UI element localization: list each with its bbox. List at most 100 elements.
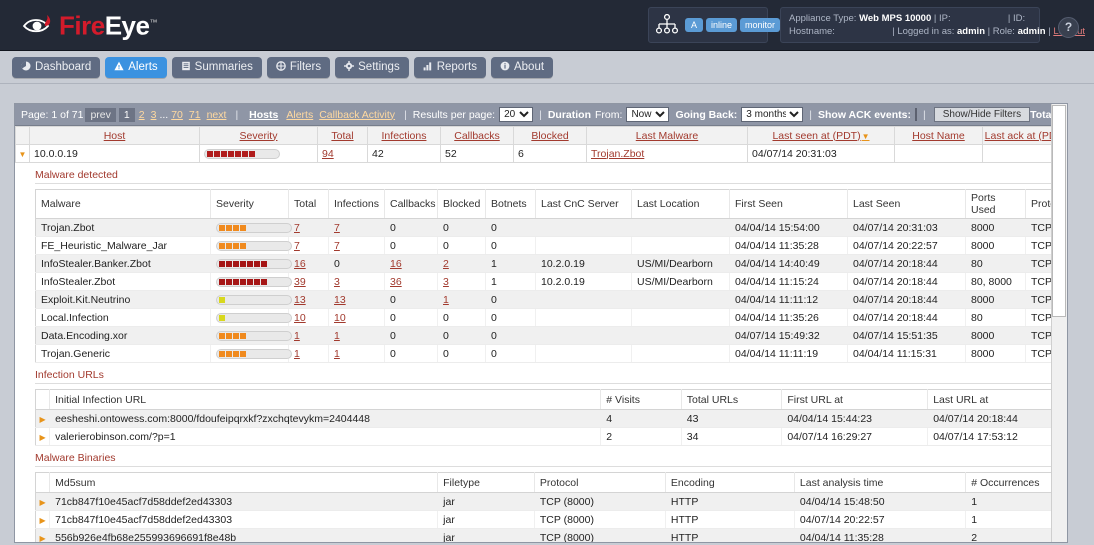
host-last-malware[interactable]: Trojan.Zbot xyxy=(586,144,748,163)
table-row[interactable]: Trojan.Zbot 7 7 0 0 0 04/04/14 15:54:00 04/07/1… xyxy=(35,218,1067,237)
list-item[interactable]: ▶ eesheshi.ontowess.com:8000/fdoufeipqrxk… xyxy=(35,409,1059,428)
col-blocked[interactable]: Blocked xyxy=(513,126,587,145)
malware-infections[interactable]: 7 xyxy=(328,218,385,237)
table-row[interactable]: ▼ 10.0.0.19 94 42 52 6 Trojan.Zbot 04/07… xyxy=(15,144,1067,163)
malware-infections[interactable]: 7 xyxy=(328,236,385,255)
table-row[interactable]: ▶ 556b926e4fb68e255993696691f8e48b jar TCP … xyxy=(35,528,1059,542)
malware-callbacks[interactable]: 0 xyxy=(384,326,438,345)
malware-blocked[interactable]: 0 xyxy=(437,236,486,255)
section-link-alerts[interactable]: Alerts xyxy=(286,109,313,121)
malware-total[interactable]: 7 xyxy=(288,236,329,255)
malware-total[interactable]: 1 xyxy=(288,326,329,345)
table-row[interactable]: Local.Infection 10 10 0 0 0 04/04/14 11:35:26 0… xyxy=(35,308,1067,327)
malware-total[interactable]: 16 xyxy=(288,254,329,273)
malware-blocked-link[interactable]: 3 xyxy=(443,276,449,288)
malware-total-link[interactable]: 7 xyxy=(294,240,300,252)
malware-total-link[interactable]: 1 xyxy=(294,330,300,342)
malware-total[interactable]: 10 xyxy=(288,308,329,327)
malware-callbacks-link[interactable]: 36 xyxy=(390,276,402,288)
col-infections[interactable]: Infections xyxy=(367,126,441,145)
malware-infections[interactable]: 1 xyxy=(328,326,385,345)
next-page-link[interactable]: next xyxy=(207,109,227,121)
table-row[interactable]: Exploit.Kit.Neutrino 13 13 0 1 0 04/04/14 11:1… xyxy=(35,290,1067,309)
col-host-name[interactable]: Host Name xyxy=(894,126,983,145)
scrollbar-thumb[interactable] xyxy=(1052,105,1066,317)
malware-infections-link[interactable]: 1 xyxy=(334,330,340,342)
tab-about[interactable]: About xyxy=(490,56,554,78)
malware-infections[interactable]: 1 xyxy=(328,344,385,363)
malware-blocked[interactable]: 0 xyxy=(437,326,486,345)
show-ack-checkbox[interactable] xyxy=(914,108,917,121)
help-icon[interactable]: ? xyxy=(1058,17,1079,38)
malware-blocked-link[interactable]: 1 xyxy=(443,294,449,306)
malware-infections[interactable]: 10 xyxy=(328,308,385,327)
col-callbacks[interactable]: Callbacks xyxy=(440,126,514,145)
show-hide-filters-button[interactable]: Show/Hide Filters xyxy=(933,107,1031,122)
binary-expand-toggle[interactable]: ▶ xyxy=(35,510,51,529)
tab-reports[interactable]: Reports xyxy=(413,56,486,78)
malware-callbacks-link[interactable]: 16 xyxy=(390,258,402,270)
col-total[interactable]: Total xyxy=(317,126,368,145)
malware-infections[interactable]: 13 xyxy=(328,290,385,309)
table-row[interactable]: InfoStealer.Zbot 39 3 36 3 1 10.2.0.19 US/MI/De… xyxy=(35,272,1067,291)
tab-settings[interactable]: Settings xyxy=(335,56,409,78)
section-link-hosts[interactable]: Hosts xyxy=(249,109,278,121)
malware-callbacks[interactable]: 0 xyxy=(384,218,438,237)
malware-infections[interactable]: 3 xyxy=(328,272,385,291)
malware-total-link[interactable]: 13 xyxy=(294,294,306,306)
malware-infections-link[interactable]: 7 xyxy=(334,240,340,252)
page-2-link[interactable]: 2 xyxy=(139,109,145,121)
malware-total[interactable]: 7 xyxy=(288,218,329,237)
malware-total[interactable]: 39 xyxy=(288,272,329,291)
tab-summaries[interactable]: Summaries xyxy=(171,56,262,78)
table-row[interactable]: ▶ 71cb847f10e45acf7d58ddef2ed43303 jar TCP … xyxy=(35,492,1059,511)
page-1-current[interactable]: 1 xyxy=(118,107,135,122)
results-per-page-select[interactable]: 20 xyxy=(499,107,534,122)
table-row[interactable]: Trojan.Generic 1 1 0 0 0 04/04/14 11:11:19 04/0… xyxy=(35,344,1067,363)
malware-total[interactable]: 1 xyxy=(288,344,329,363)
page-70-link[interactable]: 70 xyxy=(171,109,183,121)
going-back-select[interactable]: 3 months xyxy=(741,107,804,122)
col-host[interactable]: Host xyxy=(29,126,200,145)
malware-blocked[interactable]: 0 xyxy=(437,218,486,237)
malware-blocked[interactable]: 2 xyxy=(437,254,486,273)
page-71-link[interactable]: 71 xyxy=(189,109,201,121)
malware-blocked-link[interactable]: 2 xyxy=(443,258,449,270)
malware-infections-link[interactable]: 3 xyxy=(334,276,340,288)
malware-callbacks[interactable]: 0 xyxy=(384,290,438,309)
malware-callbacks[interactable]: 36 xyxy=(384,272,438,291)
malware-callbacks[interactable]: 0 xyxy=(384,236,438,255)
malware-total[interactable]: 13 xyxy=(288,290,329,309)
host-row-expand-toggle[interactable]: ▼ xyxy=(15,144,30,163)
page-3-link[interactable]: 3 xyxy=(151,109,157,121)
col-last-seen[interactable]: Last seen at (PDT)▼ xyxy=(747,126,895,145)
malware-blocked[interactable]: 3 xyxy=(437,272,486,291)
malware-infections-link[interactable]: 10 xyxy=(334,312,346,324)
section-link-callback-activity[interactable]: Callback Activity xyxy=(319,109,395,121)
vertical-scrollbar[interactable] xyxy=(1051,104,1067,542)
malware-total-link[interactable]: 39 xyxy=(294,276,306,288)
malware-blocked[interactable]: 0 xyxy=(437,344,486,363)
tab-filters[interactable]: Filters xyxy=(266,56,331,78)
col-last-malware[interactable]: Last Malware xyxy=(586,126,748,145)
malware-infections-link[interactable]: 7 xyxy=(334,222,340,234)
list-item[interactable]: ▶ valerierobinson.com/?p=1 2 34 04/07/14 16:… xyxy=(35,427,1059,446)
tab-alerts[interactable]: Alerts xyxy=(105,56,167,78)
malware-total-link[interactable]: 10 xyxy=(294,312,306,324)
malware-callbacks[interactable]: 0 xyxy=(384,344,438,363)
malware-total-link[interactable]: 7 xyxy=(294,222,300,234)
host-total[interactable]: 94 xyxy=(317,144,368,163)
malware-callbacks[interactable]: 0 xyxy=(384,308,438,327)
table-row[interactable]: FE_Heuristic_Malware_Jar 7 7 0 0 0 04/04/14 11… xyxy=(35,236,1067,255)
table-row[interactable]: ▶ 71cb847f10e45acf7d58ddef2ed43303 jar TCP … xyxy=(35,510,1059,529)
malware-blocked[interactable]: 0 xyxy=(437,308,486,327)
binary-expand-toggle[interactable]: ▶ xyxy=(35,492,51,511)
malware-total-link[interactable]: 1 xyxy=(294,348,300,360)
col-severity[interactable]: Severity xyxy=(199,126,318,145)
malware-callbacks[interactable]: 16 xyxy=(384,254,438,273)
malware-blocked[interactable]: 1 xyxy=(437,290,486,309)
malware-infections-link[interactable]: 13 xyxy=(334,294,346,306)
url-expand-toggle[interactable]: ▶ xyxy=(35,427,51,446)
malware-infections-link[interactable]: 1 xyxy=(334,348,340,360)
malware-infections[interactable]: 0 xyxy=(328,254,385,273)
